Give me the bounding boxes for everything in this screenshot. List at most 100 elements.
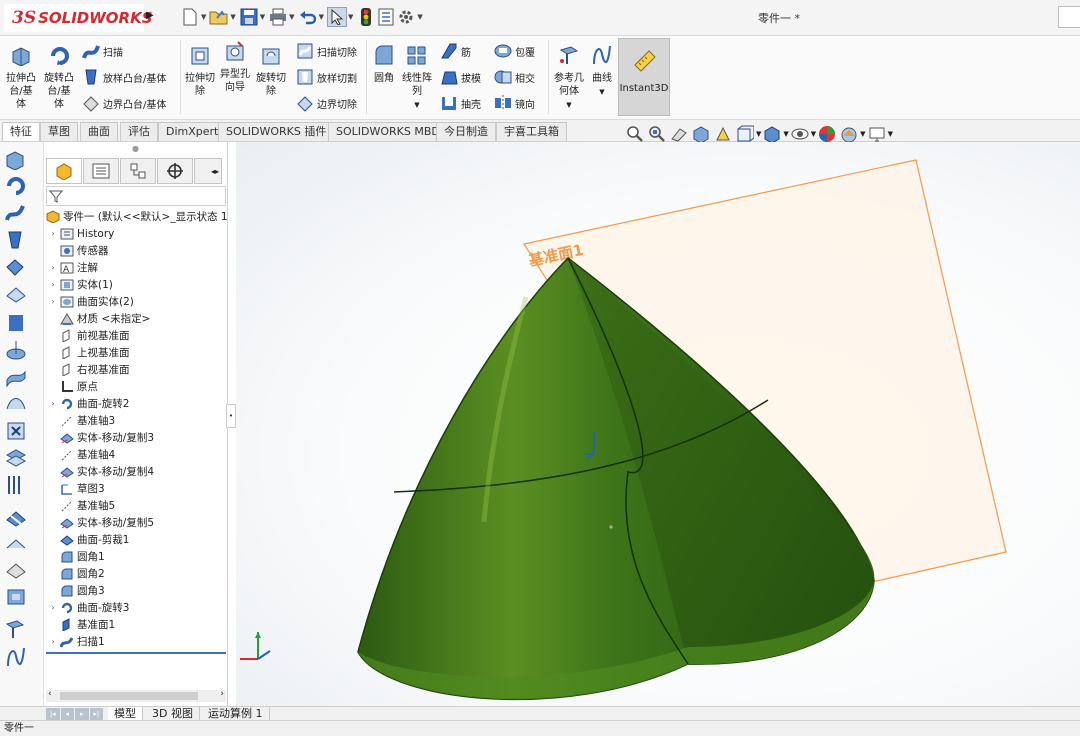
- tab-features[interactable]: 特征: [2, 122, 40, 141]
- section-view-icon[interactable]: [690, 124, 712, 144]
- tree-item-fillet1[interactable]: 圆角1: [44, 548, 105, 565]
- fill-surface-shortcut-icon[interactable]: [5, 586, 27, 608]
- rollback-bar[interactable]: [46, 652, 226, 654]
- tab-evaluate[interactable]: 评估: [120, 122, 158, 141]
- revolve-shortcut-icon[interactable]: [5, 175, 27, 197]
- tab-3d-view[interactable]: 3D 视图: [146, 707, 200, 721]
- revolve-cut-button[interactable]: 旋转切 除: [254, 44, 288, 98]
- tree-item-right-plane[interactable]: 右视基准面: [44, 361, 130, 378]
- knit-surface-shortcut-icon[interactable]: [5, 560, 27, 582]
- tree-item-annotations[interactable]: › A 注解: [44, 259, 98, 276]
- solidworks-logo[interactable]: 3S SOLIDWORKS: [4, 4, 153, 32]
- mirror-button[interactable]: 镜向: [494, 94, 535, 112]
- zoom-to-fit-icon[interactable]: [624, 124, 646, 144]
- coordinate-system-icon[interactable]: [240, 632, 271, 660]
- sweep-surface-shortcut-icon[interactable]: [5, 366, 27, 388]
- graphics-area[interactable]: 基准面1: [236, 142, 1080, 706]
- search-box[interactable]: [1058, 6, 1080, 28]
- scroll-left-icon[interactable]: ‹: [48, 689, 52, 699]
- linear-pattern-button[interactable]: 线性阵 列 ▼: [400, 44, 434, 112]
- last-tab-icon[interactable]: ▸|: [89, 708, 103, 720]
- rib-button[interactable]: 筋: [440, 42, 471, 60]
- zoom-to-area-icon[interactable]: [646, 124, 668, 144]
- tab-model[interactable]: 模型: [108, 707, 143, 721]
- configuration-manager-tab[interactable]: [120, 158, 156, 184]
- extrude-boss-button[interactable]: 拉伸凸 台/基 体: [4, 44, 38, 111]
- revolve-boss-button[interactable]: 旋转凸 台/基 体: [42, 44, 76, 111]
- reference-geometry-shortcut-icon[interactable]: [5, 618, 27, 640]
- tab-solidworks-mbd[interactable]: SOLIDWORKS MBD: [328, 122, 448, 141]
- loft-surface-shortcut-icon[interactable]: [5, 393, 27, 415]
- sweep-shortcut-icon[interactable]: [5, 202, 27, 224]
- first-tab-icon[interactable]: |◂: [46, 708, 60, 720]
- apply-scene-icon[interactable]: [838, 124, 860, 144]
- tree-item-axis4[interactable]: 基准轴4: [44, 446, 115, 463]
- edit-appearance-icon[interactable]: [816, 124, 838, 144]
- extend-surface-shortcut-icon[interactable]: [5, 534, 27, 556]
- scrollbar-thumb[interactable]: [60, 692, 198, 700]
- view-orientation-icon[interactable]: [734, 124, 756, 144]
- ruled-surface-shortcut-icon[interactable]: [5, 474, 27, 496]
- tree-item-front-plane[interactable]: 前视基准面: [44, 327, 130, 344]
- tree-item-sweep1[interactable]: › 扫描1: [44, 633, 104, 650]
- tree-item-surface-revolve2[interactable]: › 曲面-旋转2: [44, 395, 129, 412]
- extrude-boss-shortcut-icon[interactable]: [5, 148, 27, 170]
- sweep-cut-button[interactable]: 扫描切除: [296, 42, 357, 60]
- sweep-button[interactable]: 扫描: [82, 42, 123, 60]
- loft-cut-button[interactable]: 放样切割: [296, 68, 357, 86]
- tab-solidworks-addins[interactable]: SOLIDWORKS 插件: [218, 122, 335, 141]
- tree-item-fillet3[interactable]: 圆角3: [44, 582, 105, 599]
- new-icon[interactable]: [180, 7, 200, 27]
- tree-item-history[interactable]: › History: [44, 225, 114, 242]
- tab-sketch[interactable]: 草图: [40, 122, 78, 141]
- tree-item-sensors[interactable]: 传感器: [44, 242, 109, 259]
- instant3d-button[interactable]: Instant3D: [618, 38, 670, 116]
- tree-item-surface-bodies[interactable]: › 曲面实体(2): [44, 293, 133, 310]
- tree-item-surface-revolve3[interactable]: › 曲面-旋转3: [44, 599, 129, 616]
- trim-surface-shortcut-icon[interactable]: [5, 508, 27, 530]
- offset-surface-shortcut-icon[interactable]: [5, 447, 27, 469]
- reference-geometry-button[interactable]: 参考几 何体 ▼: [552, 44, 586, 112]
- tree-item-surface-trim1[interactable]: 曲面-剪裁1: [44, 531, 129, 548]
- curves-shortcut-icon[interactable]: [5, 646, 27, 668]
- tree-filter[interactable]: [46, 186, 226, 206]
- tree-item-axis5[interactable]: 基准轴5: [44, 497, 115, 514]
- open-icon[interactable]: [209, 7, 229, 27]
- loft-shortcut-icon[interactable]: [5, 230, 27, 252]
- intersect-button[interactable]: 相交: [494, 68, 535, 86]
- save-icon[interactable]: [239, 7, 259, 27]
- select-icon[interactable]: [326, 7, 347, 27]
- revolve-surface-shortcut-icon[interactable]: [5, 339, 27, 361]
- scroll-right-icon[interactable]: ›: [220, 689, 224, 699]
- tree-item-fillet2[interactable]: 圆角2: [44, 565, 105, 582]
- view-settings-icon[interactable]: [866, 124, 888, 144]
- collapse-panel-icon[interactable]: •: [226, 404, 236, 428]
- shell-button[interactable]: 抽壳: [440, 94, 481, 112]
- tree-item-axis3[interactable]: 基准轴3: [44, 412, 115, 429]
- tree-horizontal-scrollbar[interactable]: ‹ ›: [46, 689, 226, 702]
- draft-button[interactable]: 拔模: [440, 68, 481, 86]
- print-icon[interactable]: [268, 7, 288, 27]
- loft-boss-button[interactable]: 放样凸台/基体: [82, 68, 166, 86]
- tab-today-manufacturing[interactable]: 今日制造: [436, 122, 496, 141]
- panel-tabs-scroll[interactable]: ◂▸: [194, 158, 222, 184]
- hide-show-items-icon[interactable]: [789, 124, 811, 144]
- tree-item-solid-bodies[interactable]: › 实体(1): [44, 276, 112, 293]
- tree-root[interactable]: 零件一 (默认<<默认>_显示状态 1: [44, 208, 228, 225]
- tree-item-sketch3[interactable]: 草图3: [44, 480, 105, 497]
- next-tab-icon[interactable]: ▸: [75, 708, 89, 720]
- rebuild-icon[interactable]: [356, 7, 376, 27]
- property-manager-tab[interactable]: [83, 158, 119, 184]
- previous-view-icon[interactable]: [668, 124, 690, 144]
- tab-dimxpert[interactable]: DimXpert: [158, 122, 227, 141]
- boundary-cut-button[interactable]: 边界切除: [296, 94, 357, 112]
- delete-face-shortcut-icon[interactable]: [5, 420, 27, 442]
- prev-tab-icon[interactable]: ◂: [60, 708, 74, 720]
- tree-item-material[interactable]: 材质 <未指定>: [44, 310, 150, 327]
- boundary-shortcut-icon[interactable]: [5, 257, 27, 279]
- dimxpert-manager-tab[interactable]: [157, 158, 193, 184]
- undo-icon[interactable]: [298, 7, 318, 27]
- feature-manager-tab[interactable]: [46, 158, 82, 184]
- tab-motion-study[interactable]: 运动算例 1: [202, 707, 270, 721]
- boundary-boss-button[interactable]: 边界凸台/基体: [82, 94, 166, 112]
